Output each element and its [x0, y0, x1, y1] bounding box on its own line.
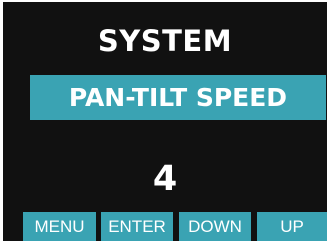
menu-title: SYSTEM [97, 24, 233, 58]
enter-button[interactable]: ENTER [101, 212, 173, 241]
osd-screen: SYSTEM PAN-TILT SPEED 4 MENU ENTER DOWN … [3, 2, 327, 241]
selected-menu-item[interactable]: PAN-TILT SPEED [30, 75, 326, 120]
up-button[interactable]: UP [257, 212, 327, 241]
menu-button[interactable]: MENU [23, 212, 96, 241]
down-button[interactable]: DOWN [179, 212, 251, 241]
setting-value: 4 [152, 159, 178, 199]
